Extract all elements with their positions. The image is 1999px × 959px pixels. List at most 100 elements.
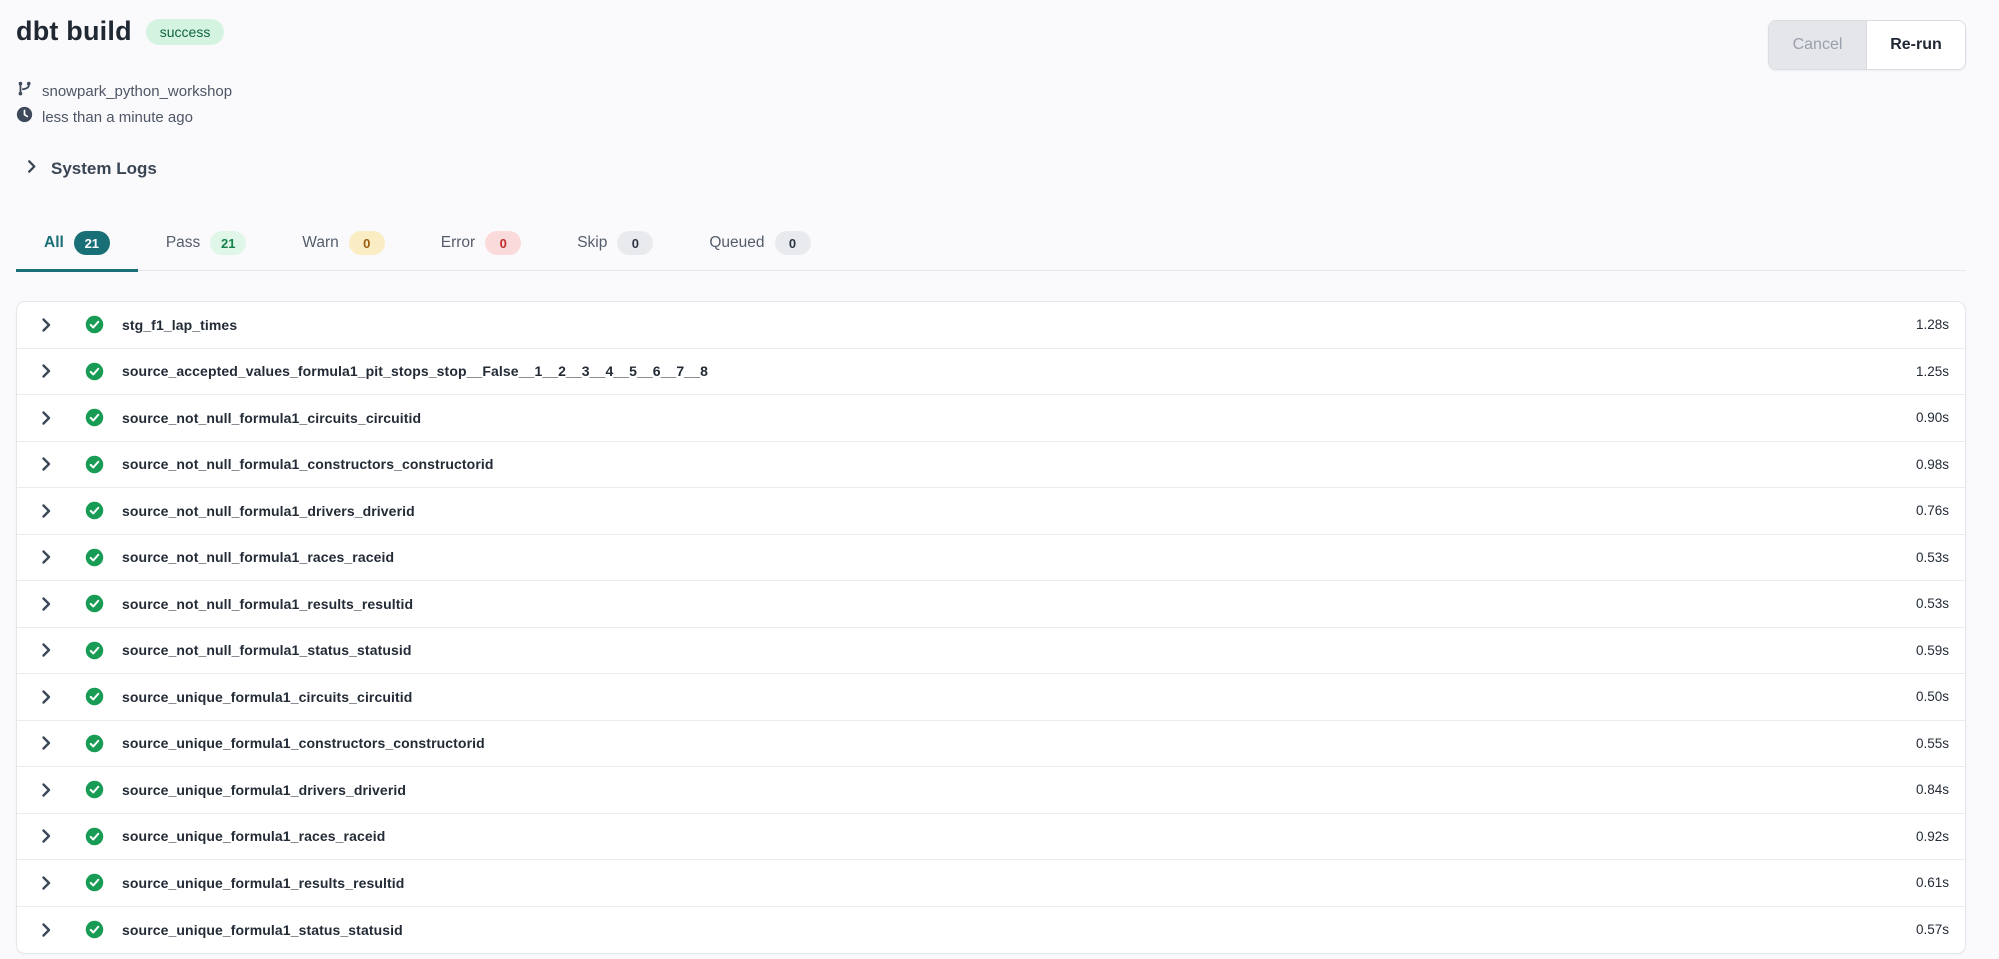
- pass-check-icon: [85, 501, 104, 520]
- expand-row-button[interactable]: [35, 735, 57, 751]
- table-row[interactable]: source_not_null_formula1_races_raceid 0.…: [17, 535, 1965, 582]
- result-duration: 0.84s: [1916, 782, 1949, 797]
- table-row[interactable]: source_unique_formula1_drivers_driverid …: [17, 767, 1965, 814]
- run-meta: snowpark_python_workshop less than a min…: [16, 79, 1966, 129]
- result-duration: 0.92s: [1916, 829, 1949, 844]
- pass-check-icon: [85, 780, 104, 799]
- pass-check-icon: [85, 408, 104, 427]
- result-name: source_unique_formula1_constructors_cons…: [122, 735, 485, 751]
- result-duration: 0.53s: [1916, 596, 1949, 611]
- pass-check-icon: [85, 594, 104, 613]
- table-row[interactable]: source_not_null_formula1_drivers_driveri…: [17, 488, 1965, 535]
- tab-warn[interactable]: Warn 0: [274, 221, 412, 272]
- expand-row-button[interactable]: [35, 875, 57, 891]
- results-list: stg_f1_lap_times 1.28s source_accepted_v…: [16, 301, 1966, 954]
- result-name: source_not_null_formula1_drivers_driveri…: [122, 503, 415, 519]
- cancel-button[interactable]: Cancel: [1769, 21, 1867, 69]
- chevron-right-icon: [38, 782, 54, 798]
- expand-row-button[interactable]: [35, 317, 57, 333]
- result-duration: 0.90s: [1916, 410, 1949, 425]
- expand-row-button[interactable]: [35, 689, 57, 705]
- table-row[interactable]: source_accepted_values_formula1_pit_stop…: [17, 349, 1965, 396]
- pass-check-icon: [85, 455, 104, 474]
- table-row[interactable]: source_unique_formula1_circuits_circuiti…: [17, 674, 1965, 721]
- chevron-right-icon: [38, 642, 54, 658]
- tab-queued[interactable]: Queued 0: [681, 221, 838, 272]
- pass-check-icon: [85, 641, 104, 660]
- chevron-right-icon: [38, 317, 54, 333]
- tab-count-badge: 0: [485, 231, 521, 255]
- table-row[interactable]: source_not_null_formula1_results_resulti…: [17, 581, 1965, 628]
- result-name: stg_f1_lap_times: [122, 317, 237, 333]
- pass-check-icon: [85, 315, 104, 334]
- expand-row-button[interactable]: [35, 642, 57, 658]
- tab-skip[interactable]: Skip 0: [549, 221, 681, 272]
- result-name: source_not_null_formula1_results_resulti…: [122, 596, 413, 612]
- system-logs-label: System Logs: [51, 159, 157, 179]
- expand-row-button[interactable]: [35, 410, 57, 426]
- expand-row-button[interactable]: [35, 363, 57, 379]
- git-branch-icon: [16, 79, 33, 104]
- chevron-right-icon: [38, 922, 54, 938]
- result-duration: 0.53s: [1916, 550, 1949, 565]
- result-name: source_not_null_formula1_constructors_co…: [122, 456, 494, 472]
- result-name: source_unique_formula1_races_raceid: [122, 828, 385, 844]
- pass-check-icon: [85, 548, 104, 567]
- result-name: source_not_null_formula1_status_statusid: [122, 642, 412, 658]
- chevron-right-icon: [38, 596, 54, 612]
- status-tabbar: All 21 Pass 21 Warn 0 Error 0 Skip 0 Que…: [16, 221, 1966, 271]
- tab-all[interactable]: All 21: [16, 221, 138, 272]
- pass-check-icon: [85, 687, 104, 706]
- chevron-right-icon: [38, 875, 54, 891]
- table-row[interactable]: source_not_null_formula1_status_statusid…: [17, 628, 1965, 675]
- chevron-right-icon: [38, 363, 54, 379]
- pass-check-icon: [85, 734, 104, 753]
- result-duration: 0.57s: [1916, 922, 1949, 937]
- result-name: source_not_null_formula1_circuits_circui…: [122, 410, 421, 426]
- clock-icon: [16, 106, 33, 129]
- chevron-right-icon: [38, 689, 54, 705]
- tab-count-badge: 21: [74, 231, 110, 255]
- expand-row-button[interactable]: [35, 922, 57, 938]
- result-duration: 0.50s: [1916, 689, 1949, 704]
- expand-row-button[interactable]: [35, 503, 57, 519]
- result-name: source_accepted_values_formula1_pit_stop…: [122, 363, 708, 379]
- tab-pass[interactable]: Pass 21: [138, 221, 274, 272]
- result-duration: 0.61s: [1916, 875, 1949, 890]
- pass-check-icon: [85, 827, 104, 846]
- result-duration: 0.59s: [1916, 643, 1949, 658]
- table-row[interactable]: source_unique_formula1_constructors_cons…: [17, 721, 1965, 768]
- tab-count-badge: 0: [617, 231, 653, 255]
- table-row[interactable]: source_not_null_formula1_constructors_co…: [17, 442, 1965, 489]
- chevron-right-icon: [38, 549, 54, 565]
- table-row[interactable]: stg_f1_lap_times 1.28s: [17, 302, 1965, 349]
- result-name: source_unique_formula1_status_statusid: [122, 922, 403, 938]
- expand-row-button[interactable]: [35, 782, 57, 798]
- chevron-right-icon: [24, 159, 39, 179]
- rerun-button[interactable]: Re-run: [1867, 21, 1965, 69]
- result-name: source_unique_formula1_drivers_driverid: [122, 782, 406, 798]
- pass-check-icon: [85, 920, 104, 939]
- table-row[interactable]: source_unique_formula1_races_raceid 0.92…: [17, 814, 1965, 861]
- tab-error[interactable]: Error 0: [413, 221, 549, 272]
- tab-count-badge: 0: [775, 231, 811, 255]
- table-row[interactable]: source_unique_formula1_results_resultid …: [17, 860, 1965, 907]
- chevron-right-icon: [38, 828, 54, 844]
- result-name: source_not_null_formula1_races_raceid: [122, 549, 394, 565]
- expand-row-button[interactable]: [35, 549, 57, 565]
- chevron-right-icon: [38, 735, 54, 751]
- system-logs-toggle[interactable]: System Logs: [24, 159, 1966, 179]
- result-duration: 0.98s: [1916, 457, 1949, 472]
- status-badge: success: [146, 19, 225, 45]
- table-row[interactable]: source_unique_formula1_status_statusid 0…: [17, 907, 1965, 954]
- expand-row-button[interactable]: [35, 828, 57, 844]
- chevron-right-icon: [38, 410, 54, 426]
- result-duration: 1.28s: [1916, 317, 1949, 332]
- expand-row-button[interactable]: [35, 596, 57, 612]
- tab-count-badge: 0: [349, 231, 385, 255]
- result-name: source_unique_formula1_circuits_circuiti…: [122, 689, 412, 705]
- result-duration: 0.76s: [1916, 503, 1949, 518]
- table-row[interactable]: source_not_null_formula1_circuits_circui…: [17, 395, 1965, 442]
- chevron-right-icon: [38, 503, 54, 519]
- expand-row-button[interactable]: [35, 456, 57, 472]
